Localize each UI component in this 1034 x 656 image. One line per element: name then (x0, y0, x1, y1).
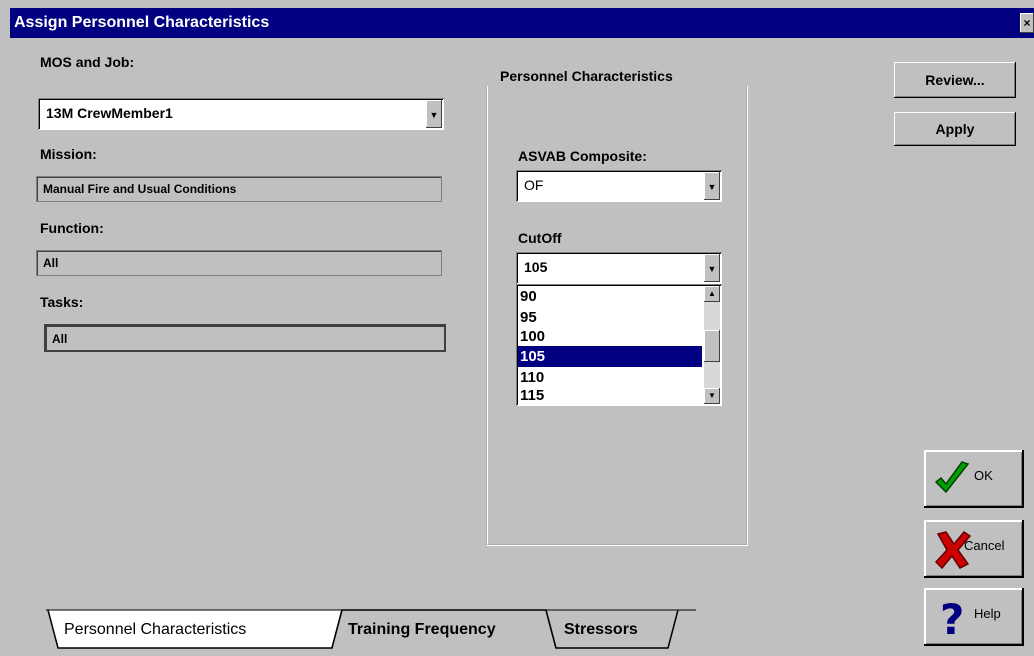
mos-job-dropdown-button[interactable]: ▼ (426, 100, 442, 128)
asvab-value: OF (524, 177, 544, 193)
cutoff-option[interactable]: 115 (518, 385, 702, 406)
cutoff-label: CutOff (518, 230, 562, 246)
cutoff-value: 105 (524, 259, 548, 275)
mos-job-combobox[interactable]: 13M CrewMember1 ▼ (38, 98, 444, 130)
cutoff-dropdown-list[interactable]: 90 95 100 105 110 115 ▲ ▼ (516, 284, 722, 406)
help-label: Help (974, 606, 1001, 621)
question-mark-icon: ? (940, 596, 964, 638)
assign-personnel-dialog: Assign Personnel Characteristics × MOS a… (0, 0, 1034, 656)
scroll-up-icon[interactable]: ▲ (704, 286, 720, 302)
mission-field: Manual Fire and Usual Conditions (36, 176, 442, 202)
cancel-label: Cancel (964, 538, 1005, 553)
tab-training-frequency[interactable]: Training Frequency (348, 612, 496, 648)
chevron-down-icon: ▼ (429, 110, 439, 120)
ok-button[interactable]: OK (924, 450, 1024, 508)
chevron-down-icon: ▼ (707, 182, 717, 192)
chevron-down-icon: ▼ (707, 264, 717, 274)
svg-text:?: ? (940, 596, 964, 638)
asvab-combobox[interactable]: OF ▼ (516, 170, 722, 202)
help-button[interactable]: ? Help (924, 588, 1024, 646)
close-button[interactable]: × (1020, 13, 1034, 33)
mission-label: Mission: (40, 146, 97, 162)
window-title: Assign Personnel Characteristics (14, 14, 270, 31)
cutoff-option-selected[interactable]: 105 (518, 346, 702, 367)
checkmark-icon (934, 461, 970, 494)
cutoff-list-scrollbar[interactable]: ▲ ▼ (704, 286, 720, 404)
tab-personnel-characteristics[interactable]: Personnel Characteristics (64, 612, 246, 648)
cutoff-option[interactable]: 90 (518, 286, 702, 307)
asvab-dropdown-button[interactable]: ▼ (704, 172, 720, 200)
review-button[interactable]: Review... (894, 62, 1016, 98)
function-field: All (36, 250, 442, 276)
mos-job-label: MOS and Job: (40, 54, 135, 70)
tasks-label: Tasks: (40, 294, 84, 310)
tasks-field: All (44, 324, 446, 352)
ok-label: OK (974, 468, 993, 483)
cutoff-dropdown-button[interactable]: ▼ (704, 254, 720, 282)
scroll-thumb[interactable] (704, 330, 720, 362)
tab-stressors[interactable]: Stressors (564, 612, 638, 648)
cutoff-option[interactable]: 100 (518, 326, 702, 347)
cutoff-option[interactable]: 95 (518, 307, 702, 328)
title-bar: Assign Personnel Characteristics × (10, 8, 1034, 38)
asvab-label: ASVAB Composite: (518, 148, 647, 164)
apply-button[interactable]: Apply (894, 112, 1016, 146)
function-label: Function: (40, 220, 104, 236)
cancel-button[interactable]: Cancel (924, 520, 1024, 578)
scroll-down-icon[interactable]: ▼ (704, 388, 720, 404)
cutoff-combobox[interactable]: 105 ▼ (516, 252, 722, 284)
personnel-group-label: Personnel Characteristics (500, 68, 673, 84)
mos-job-value: 13M CrewMember1 (46, 105, 173, 121)
